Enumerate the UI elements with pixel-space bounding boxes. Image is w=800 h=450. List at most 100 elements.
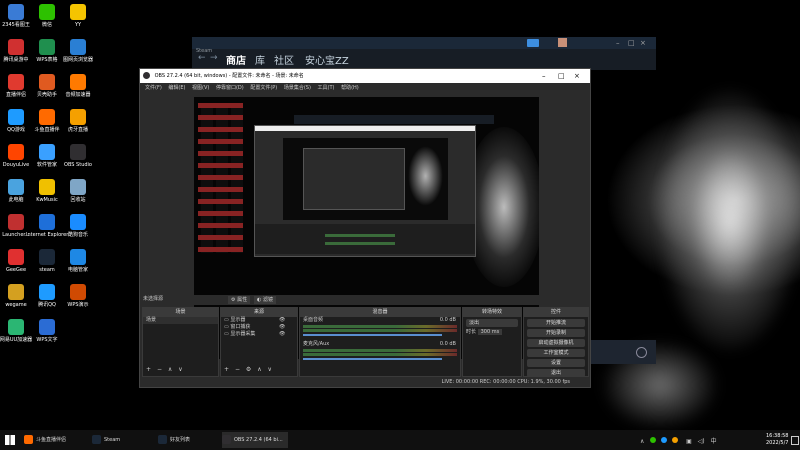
desktop-icon[interactable]: WPS演示 — [57, 284, 99, 308]
menu-view[interactable]: 视图(V) — [192, 85, 209, 91]
tab-community[interactable]: 社区 — [274, 52, 294, 67]
start-streaming-button[interactable]: 开始推流 — [527, 319, 585, 327]
notification-icon[interactable] — [791, 436, 799, 445]
desktop-icon[interactable]: 虎牙直播 — [57, 109, 99, 133]
volume-icon[interactable]: ◁) — [698, 438, 705, 445]
desktop-icon[interactable]: 音频加速器 — [57, 74, 99, 98]
volume-slider[interactable] — [303, 358, 442, 360]
desktop-icon[interactable]: WPS文字 — [26, 319, 68, 343]
source-item[interactable]: ▭ 显示器采集 👁 — [221, 331, 297, 338]
transition-select[interactable]: 淡出 — [466, 319, 518, 327]
steam-friends-button[interactable] — [527, 39, 539, 47]
taskbar-item[interactable]: 好友列表 — [158, 432, 220, 448]
app-icon — [39, 144, 55, 160]
app-icon — [39, 179, 55, 195]
app-icon — [39, 284, 55, 300]
steam-maximize-icon[interactable]: □ — [628, 39, 635, 47]
channel-level: 0.0 dB — [439, 341, 456, 347]
steam-window[interactable]: Steam – □ × ← → 商店 库 社区 安心宝ZZ — [192, 37, 656, 70]
source-item[interactable]: ▭ 显示器 👁 — [221, 317, 297, 324]
mixer-channel-desktop: 桌面音频 0.0 dB — [300, 317, 460, 324]
settings-button[interactable]: 设置 — [527, 359, 585, 367]
desktop: 2345看图王 微信 YY 腾讯桌游中 WPS表格 图网页浏览器 直播伴侣 贝壳助手 音频加速器… — [0, 0, 800, 450]
obs-window[interactable]: OBS 27.2.4 (64 bit, windows) - 配置文件: 未命名… — [139, 68, 591, 388]
input-method-icon[interactable]: 中 — [711, 438, 717, 445]
add-source-icon[interactable]: + — [224, 366, 229, 373]
move-down-scene-icon[interactable]: ∨ — [178, 366, 182, 373]
desktop-icon[interactable]: 回收站 — [57, 179, 99, 203]
desktop-icon[interactable]: 电脑管家 — [57, 249, 99, 273]
tab-library[interactable]: 库 — [255, 52, 265, 67]
filters-button[interactable]: ◐ 滤镜 — [254, 296, 276, 304]
desktop-icon-label: 音频加速器 — [65, 92, 91, 98]
source-label: 显示器 — [230, 317, 246, 323]
tray-app-icon[interactable] — [672, 437, 679, 443]
add-scene-icon[interactable]: + — [146, 366, 151, 373]
visibility-eye-icon[interactable]: 👁 — [279, 331, 285, 338]
scene-item[interactable]: 场景 — [143, 317, 218, 324]
move-down-source-icon[interactable]: ∨ — [268, 366, 272, 373]
move-up-scene-icon[interactable]: ∧ — [168, 366, 172, 373]
menu-profile[interactable]: 配置文件(P) — [250, 85, 277, 91]
source-settings-icon[interactable]: ⚙ — [246, 366, 251, 373]
app-icon — [70, 74, 86, 90]
exit-button[interactable]: 退出 — [527, 369, 585, 377]
tray-app-icon[interactable] — [650, 437, 657, 443]
taskbar-app-icon — [222, 435, 231, 444]
studio-mode-button[interactable]: 工作室模式 — [527, 349, 585, 357]
menu-edit[interactable]: 编辑(E) — [168, 85, 185, 91]
sources-header: 来源 — [221, 308, 297, 317]
menu-docks[interactable]: 停靠窗口(D) — [216, 85, 244, 91]
steam-add-friend-icon[interactable] — [636, 347, 647, 358]
preview-obs-window — [254, 125, 476, 257]
tab-store[interactable]: 商店 — [226, 52, 246, 67]
menu-scene-collection[interactable]: 场景集合(S) — [284, 85, 311, 91]
visibility-eye-icon[interactable]: 👁 — [279, 324, 285, 331]
tray-chevron-icon[interactable]: ∧ — [640, 438, 644, 445]
properties-button[interactable]: ⚙ 属性 — [228, 296, 251, 304]
menu-tools[interactable]: 工具(T) — [318, 85, 335, 91]
windows-start-icon[interactable] — [5, 435, 15, 445]
scenes-toolbar: + − ∧ ∨ — [146, 366, 183, 373]
scenes-header: 场景 — [143, 308, 218, 317]
move-up-source-icon[interactable]: ∧ — [257, 366, 261, 373]
obs-menubar: 文件(F) 编辑(E) 视图(V) 停靠窗口(D) 配置文件(P) 场景集合(S… — [140, 83, 590, 93]
taskbar-item[interactable]: Steam — [92, 432, 154, 448]
smoke-wallpaper-art — [660, 90, 800, 350]
desktop-icon[interactable]: YY — [57, 4, 99, 28]
app-icon — [70, 214, 86, 230]
steam-side-panel[interactable] — [591, 340, 656, 364]
app-icon — [8, 74, 24, 90]
desktop-icon[interactable]: 图网页浏览器 — [57, 39, 99, 63]
obs-maximize-icon[interactable]: □ — [558, 69, 565, 83]
taskbar-item-label: Steam — [104, 437, 121, 443]
remove-scene-icon[interactable]: − — [157, 366, 162, 373]
tab-username[interactable]: 安心宝ZZ — [305, 52, 349, 67]
tray-app-icon[interactable] — [661, 437, 668, 443]
app-icon — [39, 109, 55, 125]
taskbar-item[interactable]: 斗鱼直播伴侣 — [24, 432, 86, 448]
steam-minimize-icon[interactable]: – — [616, 39, 620, 47]
start-recording-button[interactable]: 开始录制 — [527, 329, 585, 337]
menu-help[interactable]: 帮助(H) — [341, 85, 359, 91]
obs-close-icon[interactable]: × — [574, 69, 580, 83]
obs-minimize-icon[interactable]: – — [542, 69, 546, 83]
network-icon[interactable]: ▣ — [686, 438, 692, 445]
steam-close-icon[interactable]: × — [640, 39, 646, 47]
visibility-eye-icon[interactable]: 👁 — [279, 317, 285, 324]
desktop-icon[interactable]: 酷狗音乐 — [57, 214, 99, 238]
taskbar: 斗鱼直播伴侣 Steam 好友列表 OBS 27.2.4 (64 bi... ∧ ▣ … — [0, 430, 800, 450]
app-icon — [70, 249, 86, 265]
forward-arrow-icon[interactable]: → — [210, 53, 218, 63]
menu-file[interactable]: 文件(F) — [145, 85, 162, 91]
source-item[interactable]: ▭ 窗口捕获 👁 — [221, 324, 297, 331]
steam-avatar[interactable] — [558, 38, 567, 47]
clock[interactable]: 16:38:58 2022/5/7 — [766, 433, 788, 447]
duration-input[interactable]: 300 ms — [477, 329, 503, 335]
taskbar-item[interactable]: OBS 27.2.4 (64 bi... — [222, 432, 288, 448]
volume-slider[interactable] — [303, 334, 442, 336]
remove-source-icon[interactable]: − — [235, 366, 240, 373]
start-virtual-camera-button[interactable]: 启动虚拟摄像机 — [527, 339, 585, 347]
desktop-icon[interactable]: OBS Studio — [57, 144, 99, 168]
back-arrow-icon[interactable]: ← — [198, 53, 206, 63]
